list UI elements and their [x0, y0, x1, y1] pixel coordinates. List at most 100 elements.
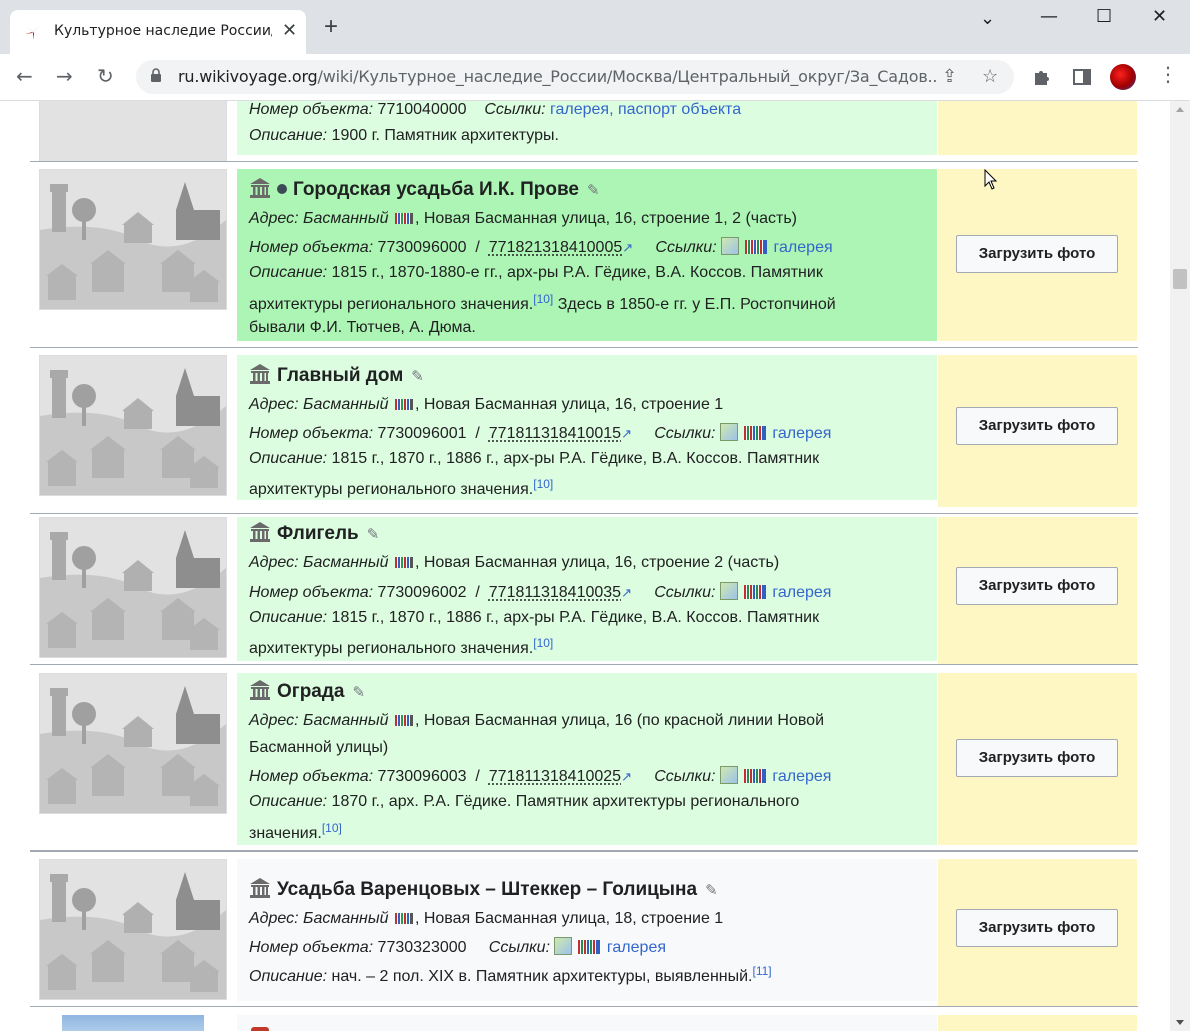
tab-search-chevron-icon[interactable]: ⌄ — [980, 8, 995, 29]
links-label: Ссылки: — [654, 584, 716, 601]
barcode-link-icon[interactable] — [578, 940, 601, 954]
row-info-cell: Усадьба Варенцовых – Штеккер – Голицына ✎… — [237, 859, 937, 1001]
reload-icon[interactable]: ↻ — [97, 64, 114, 88]
links[interactable]: галерея, паспорт объекта — [550, 101, 741, 118]
description: архитектуры регионального значения. — [249, 296, 534, 313]
placeholder-landscape-icon — [40, 530, 226, 657]
barcode-icon[interactable] — [394, 557, 413, 568]
placeholder-image[interactable] — [39, 355, 227, 496]
edit-pencil-icon[interactable]: ✎ — [367, 525, 380, 543]
reference-link[interactable]: [10] — [533, 292, 553, 306]
map-icon[interactable] — [719, 766, 738, 784]
description: 1870 г., арх. Р.А. Гёдике. Памятник архи… — [331, 793, 800, 810]
upload-column — [938, 1015, 1137, 1031]
photo-thumbnail[interactable] — [62, 1015, 204, 1031]
share-icon[interactable]: ⇪ — [942, 66, 957, 87]
object-number-label: Номер объекта: — [249, 101, 374, 118]
object-number: 7730096002 — [377, 584, 467, 601]
placeholder-landscape-icon — [40, 686, 226, 813]
external-link-icon[interactable]: ↗ — [621, 769, 632, 784]
address-bar[interactable]: ru.wikivoyage.org/wiki/Культурное_наслед… — [136, 60, 1014, 94]
gallery-link[interactable]: галерея — [772, 425, 831, 442]
links-label: Ссылки: — [654, 425, 716, 442]
tab-close-icon[interactable]: ✕ — [282, 20, 297, 41]
gallery-link[interactable]: галерея — [772, 768, 831, 785]
lock-icon[interactable] — [150, 68, 162, 82]
wikivoyage-favicon-icon — [25, 26, 40, 40]
map-icon[interactable] — [719, 423, 738, 441]
address: , Новая Басманная улица, 16, строение 1 — [414, 396, 724, 413]
star-icon[interactable]: ☆ — [982, 66, 998, 87]
mouse-cursor-icon — [984, 169, 998, 190]
edit-pencil-icon[interactable]: ✎ — [353, 683, 366, 701]
close-window-icon[interactable]: ✕ — [1152, 6, 1167, 27]
map-icon[interactable] — [554, 937, 573, 955]
forward-icon[interactable]: → — [56, 64, 73, 88]
description-label: Описание: — [249, 264, 328, 281]
row-title: Ограда — [277, 681, 345, 702]
placeholder-image[interactable] — [39, 673, 227, 814]
row-title: Городская усадьба И.К. Прове — [293, 179, 579, 200]
external-link-icon[interactable]: ↗ — [621, 585, 632, 600]
placeholder-image[interactable] — [39, 101, 227, 162]
description-label: Описание: — [249, 450, 328, 467]
minimize-icon[interactable]: — — [1040, 6, 1058, 27]
gallery-link[interactable]: галерея — [607, 939, 666, 956]
barcode-link-icon[interactable] — [743, 769, 766, 783]
upload-photo-button[interactable]: Загрузить фото — [956, 235, 1118, 273]
upload-photo-button[interactable]: Загрузить фото — [956, 407, 1118, 445]
scroll-down-icon[interactable] — [1176, 1020, 1184, 1025]
sidepanel-icon[interactable] — [1072, 67, 1092, 87]
upload-photo-button[interactable]: Загрузить фото — [956, 739, 1118, 777]
placeholder-image[interactable] — [39, 859, 227, 1000]
barcode-link-icon[interactable] — [745, 240, 768, 254]
upload-column: Загрузить фото — [938, 673, 1137, 845]
reference-link[interactable]: [10] — [322, 821, 342, 835]
barcode-icon[interactable] — [394, 213, 413, 224]
barcode-icon[interactable] — [394, 913, 413, 924]
museum-icon — [250, 680, 270, 700]
map-icon[interactable] — [719, 582, 738, 600]
maximize-icon[interactable]: ☐ — [1096, 6, 1112, 27]
browser-tab-active[interactable]: Культурное наследие России/М ✕ — [10, 10, 306, 54]
map-icon[interactable] — [721, 237, 740, 255]
registry-id[interactable]: 771821318410005 — [489, 239, 622, 256]
barcode-icon[interactable] — [394, 715, 413, 726]
edit-pencil-icon[interactable]: ✎ — [705, 881, 718, 899]
placeholder-image[interactable] — [39, 169, 227, 310]
external-link-icon[interactable]: ↗ — [621, 426, 632, 441]
external-link-icon[interactable]: ↗ — [622, 240, 633, 255]
gallery-link[interactable]: галерея — [772, 584, 831, 601]
barcode-link-icon[interactable] — [743, 585, 766, 599]
scroll-up-icon[interactable] — [1176, 107, 1184, 112]
description: Здесь в 1850-е гг. у Е.П. Ростопчиной — [553, 296, 836, 313]
description: 1815 г., 1870 г., 1886 г., арх-ры Р.А. Г… — [331, 609, 820, 626]
reference-link[interactable]: [11] — [753, 964, 772, 978]
menu-icon[interactable]: ⋮ — [1158, 62, 1178, 86]
url-text[interactable]: ru.wikivoyage.org/wiki/Культурное_наслед… — [178, 67, 938, 86]
registry-id[interactable]: 771811318410015 — [489, 425, 621, 442]
edit-pencil-icon[interactable]: ✎ — [411, 367, 424, 385]
row-info-cell: Ограда ✎ Адрес: Басманный , Новая Басманн… — [237, 673, 937, 845]
placeholder-image[interactable] — [39, 517, 227, 658]
barcode-link-icon[interactable] — [743, 426, 766, 440]
vertical-scrollbar[interactable] — [1170, 101, 1190, 1031]
registry-id[interactable]: 771811318410025 — [489, 768, 621, 785]
extensions-icon[interactable] — [1032, 67, 1052, 87]
edit-pencil-icon[interactable]: ✎ — [587, 181, 600, 199]
new-tab-icon[interactable]: + — [324, 15, 338, 39]
object-number-label: Номер объекта: — [249, 768, 374, 785]
object-number: 7730096003 — [377, 768, 467, 785]
barcode-icon[interactable] — [394, 399, 413, 410]
profile-avatar[interactable] — [1110, 64, 1136, 90]
gallery-link[interactable]: галерея — [774, 239, 833, 256]
reference-link[interactable]: [10] — [533, 477, 553, 491]
scroll-thumb[interactable] — [1173, 269, 1187, 289]
upload-column: Загрузить фото — [938, 169, 1137, 341]
upload-photo-button[interactable]: Загрузить фото — [956, 567, 1118, 605]
upload-column: Загрузить фото — [938, 859, 1137, 1007]
upload-photo-button[interactable]: Загрузить фото — [956, 909, 1118, 947]
registry-id[interactable]: 771811318410035 — [489, 584, 621, 601]
reference-link[interactable]: [10] — [533, 636, 553, 650]
back-icon[interactable]: ← — [16, 64, 33, 88]
